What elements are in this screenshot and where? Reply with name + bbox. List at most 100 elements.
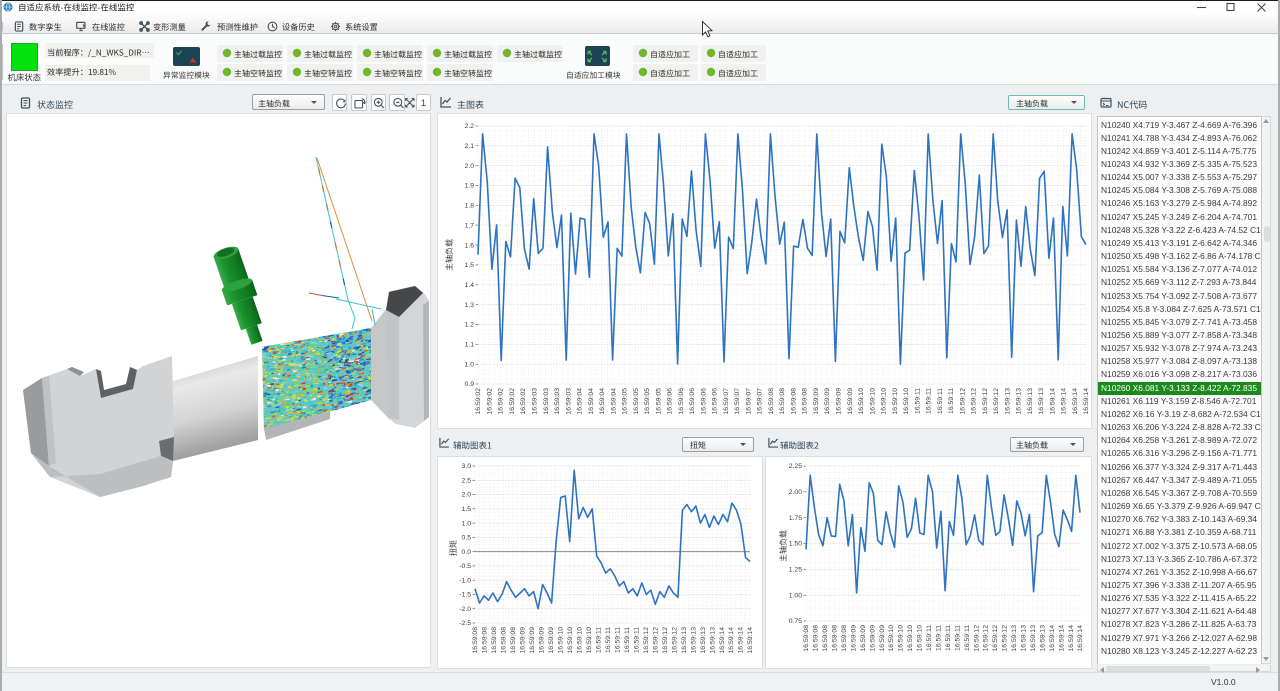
svg-text:1.00: 1.00 xyxy=(789,592,802,599)
svg-text:16:59:12: 16:59:12 xyxy=(982,388,989,415)
svg-text:16:59:02: 16:59:02 xyxy=(509,388,516,415)
svg-text:16:59:09: 16:59:09 xyxy=(529,627,536,654)
svg-text:16:59:09: 16:59:09 xyxy=(879,625,886,652)
svg-text:16:59:08: 16:59:08 xyxy=(501,627,508,654)
svg-text:1.1: 1.1 xyxy=(465,342,475,349)
svg-text:16:59:08: 16:59:08 xyxy=(813,625,820,652)
svg-text:16:59:14: 16:59:14 xyxy=(1061,388,1068,415)
svg-text:16:59:02: 16:59:02 xyxy=(487,388,494,415)
svg-text:16:59:04: 16:59:04 xyxy=(577,388,584,415)
svg-text:16:59:07: 16:59:07 xyxy=(734,388,741,415)
svg-text:16:59:12: 16:59:12 xyxy=(652,627,659,654)
svg-text:16:59:06: 16:59:06 xyxy=(712,388,719,415)
svg-text:16:59:14: 16:59:14 xyxy=(728,627,735,654)
svg-text:16:59:10: 16:59:10 xyxy=(898,625,905,652)
svg-text:16:59:03: 16:59:03 xyxy=(565,388,572,415)
svg-text:16:59:06: 16:59:06 xyxy=(667,388,674,415)
svg-text:16:59:11: 16:59:11 xyxy=(964,625,971,651)
svg-text:1.3: 1.3 xyxy=(465,302,475,309)
svg-text:2.00: 2.00 xyxy=(789,489,802,496)
svg-text:16:59:07: 16:59:07 xyxy=(757,388,764,415)
svg-text:0.75: 0.75 xyxy=(789,618,802,625)
svg-text:16:59:05: 16:59:05 xyxy=(644,388,651,415)
svg-text:1.75: 1.75 xyxy=(789,515,802,522)
svg-text:16:59:08: 16:59:08 xyxy=(510,627,517,654)
svg-text:2.2: 2.2 xyxy=(465,123,475,130)
svg-text:1.9: 1.9 xyxy=(465,183,475,190)
svg-text:2.0: 2.0 xyxy=(465,163,475,170)
svg-text:16:59:02: 16:59:02 xyxy=(498,388,505,415)
svg-text:0.9: 0.9 xyxy=(465,381,475,388)
svg-text:1.6: 1.6 xyxy=(465,242,475,249)
svg-text:16:59:05: 16:59:05 xyxy=(655,388,662,415)
svg-text:16:59:08: 16:59:08 xyxy=(779,388,786,415)
svg-text:16:59:07: 16:59:07 xyxy=(745,388,752,415)
svg-text:16:59:14: 16:59:14 xyxy=(1049,388,1056,415)
svg-text:16:59:04: 16:59:04 xyxy=(599,388,606,415)
svg-text:1.2: 1.2 xyxy=(465,322,475,329)
svg-text:16:59:11: 16:59:11 xyxy=(926,625,933,651)
svg-text:1.0: 1.0 xyxy=(465,361,475,368)
svg-text:16:59:06: 16:59:06 xyxy=(678,388,685,415)
svg-text:16:59:11: 16:59:11 xyxy=(605,627,612,653)
svg-text:16:59:02: 16:59:02 xyxy=(520,388,527,415)
svg-text:16:59:12: 16:59:12 xyxy=(973,625,980,652)
svg-text:16:59:14: 16:59:14 xyxy=(1072,388,1079,415)
svg-text:16:59:14: 16:59:14 xyxy=(1058,625,1065,652)
svg-text:16:59:12: 16:59:12 xyxy=(971,388,978,415)
svg-text:16:59:03: 16:59:03 xyxy=(543,388,550,415)
svg-text:16:59:10: 16:59:10 xyxy=(586,627,593,654)
svg-text:16:59:14: 16:59:14 xyxy=(1068,625,1075,652)
svg-text:16:59:08: 16:59:08 xyxy=(832,625,839,652)
svg-text:16:59:13: 16:59:13 xyxy=(1004,388,1011,415)
svg-text:16:59:08: 16:59:08 xyxy=(802,388,809,415)
svg-text:16:59:12: 16:59:12 xyxy=(992,625,999,652)
svg-text:16:59:12: 16:59:12 xyxy=(662,627,669,654)
svg-text:16:59:08: 16:59:08 xyxy=(472,627,479,654)
svg-text:16:59:03: 16:59:03 xyxy=(532,388,539,415)
svg-text:16:59:08: 16:59:08 xyxy=(822,625,829,652)
svg-text:16:59:11: 16:59:11 xyxy=(926,388,933,414)
svg-text:16:59:11: 16:59:11 xyxy=(945,625,952,651)
svg-text:16:59:09: 16:59:09 xyxy=(860,625,867,652)
svg-text:16:59:05: 16:59:05 xyxy=(622,388,629,415)
svg-text:16:59:11: 16:59:11 xyxy=(936,625,943,651)
svg-text:16:59:12: 16:59:12 xyxy=(983,625,990,652)
svg-text:16:59:14: 16:59:14 xyxy=(747,627,754,654)
svg-text:16:59:08: 16:59:08 xyxy=(482,627,489,654)
svg-text:16:59:10: 16:59:10 xyxy=(892,388,899,415)
svg-text:16:59:11: 16:59:11 xyxy=(624,627,631,653)
svg-text:-1.5: -1.5 xyxy=(459,592,471,599)
svg-text:16:59:09: 16:59:09 xyxy=(824,388,831,415)
svg-text:16:59:04: 16:59:04 xyxy=(588,388,595,415)
svg-text:16:59:04: 16:59:04 xyxy=(610,388,617,415)
svg-text:16:59:05: 16:59:05 xyxy=(633,388,640,415)
svg-text:16:59:07: 16:59:07 xyxy=(723,388,730,415)
svg-text:2.25: 2.25 xyxy=(789,463,802,470)
svg-text:16:59:11: 16:59:11 xyxy=(614,627,621,653)
svg-text:16:59:06: 16:59:06 xyxy=(689,388,696,415)
svg-text:0.0: 0.0 xyxy=(462,549,472,556)
svg-text:1.4: 1.4 xyxy=(465,282,475,289)
svg-text:16:59:08: 16:59:08 xyxy=(841,625,848,652)
svg-text:16:59:13: 16:59:13 xyxy=(1021,625,1028,652)
svg-text:-2.0: -2.0 xyxy=(459,606,471,613)
svg-text:16:59:13: 16:59:13 xyxy=(690,627,697,654)
svg-text:16:59:09: 16:59:09 xyxy=(850,625,857,652)
svg-text:16:59:13: 16:59:13 xyxy=(681,627,688,654)
svg-text:16:59:13: 16:59:13 xyxy=(1038,388,1045,415)
svg-text:0.5: 0.5 xyxy=(462,535,472,542)
svg-text:16:59:11: 16:59:11 xyxy=(633,627,640,653)
svg-text:16:59:10: 16:59:10 xyxy=(577,627,584,654)
svg-text:16:59:11: 16:59:11 xyxy=(948,388,955,414)
svg-text:2.5: 2.5 xyxy=(462,478,472,485)
svg-text:16:59:09: 16:59:09 xyxy=(836,388,843,415)
svg-text:-1.0: -1.0 xyxy=(459,577,471,584)
svg-text:16:59:13: 16:59:13 xyxy=(1011,625,1018,652)
svg-text:16:59:09: 16:59:09 xyxy=(847,388,854,415)
svg-text:-2.5: -2.5 xyxy=(459,620,471,627)
svg-text:16:59:11: 16:59:11 xyxy=(596,627,603,653)
svg-text:16:59:13: 16:59:13 xyxy=(1039,625,1046,652)
svg-text:16:59:11: 16:59:11 xyxy=(954,625,961,651)
svg-text:16:59:14: 16:59:14 xyxy=(1049,625,1056,652)
